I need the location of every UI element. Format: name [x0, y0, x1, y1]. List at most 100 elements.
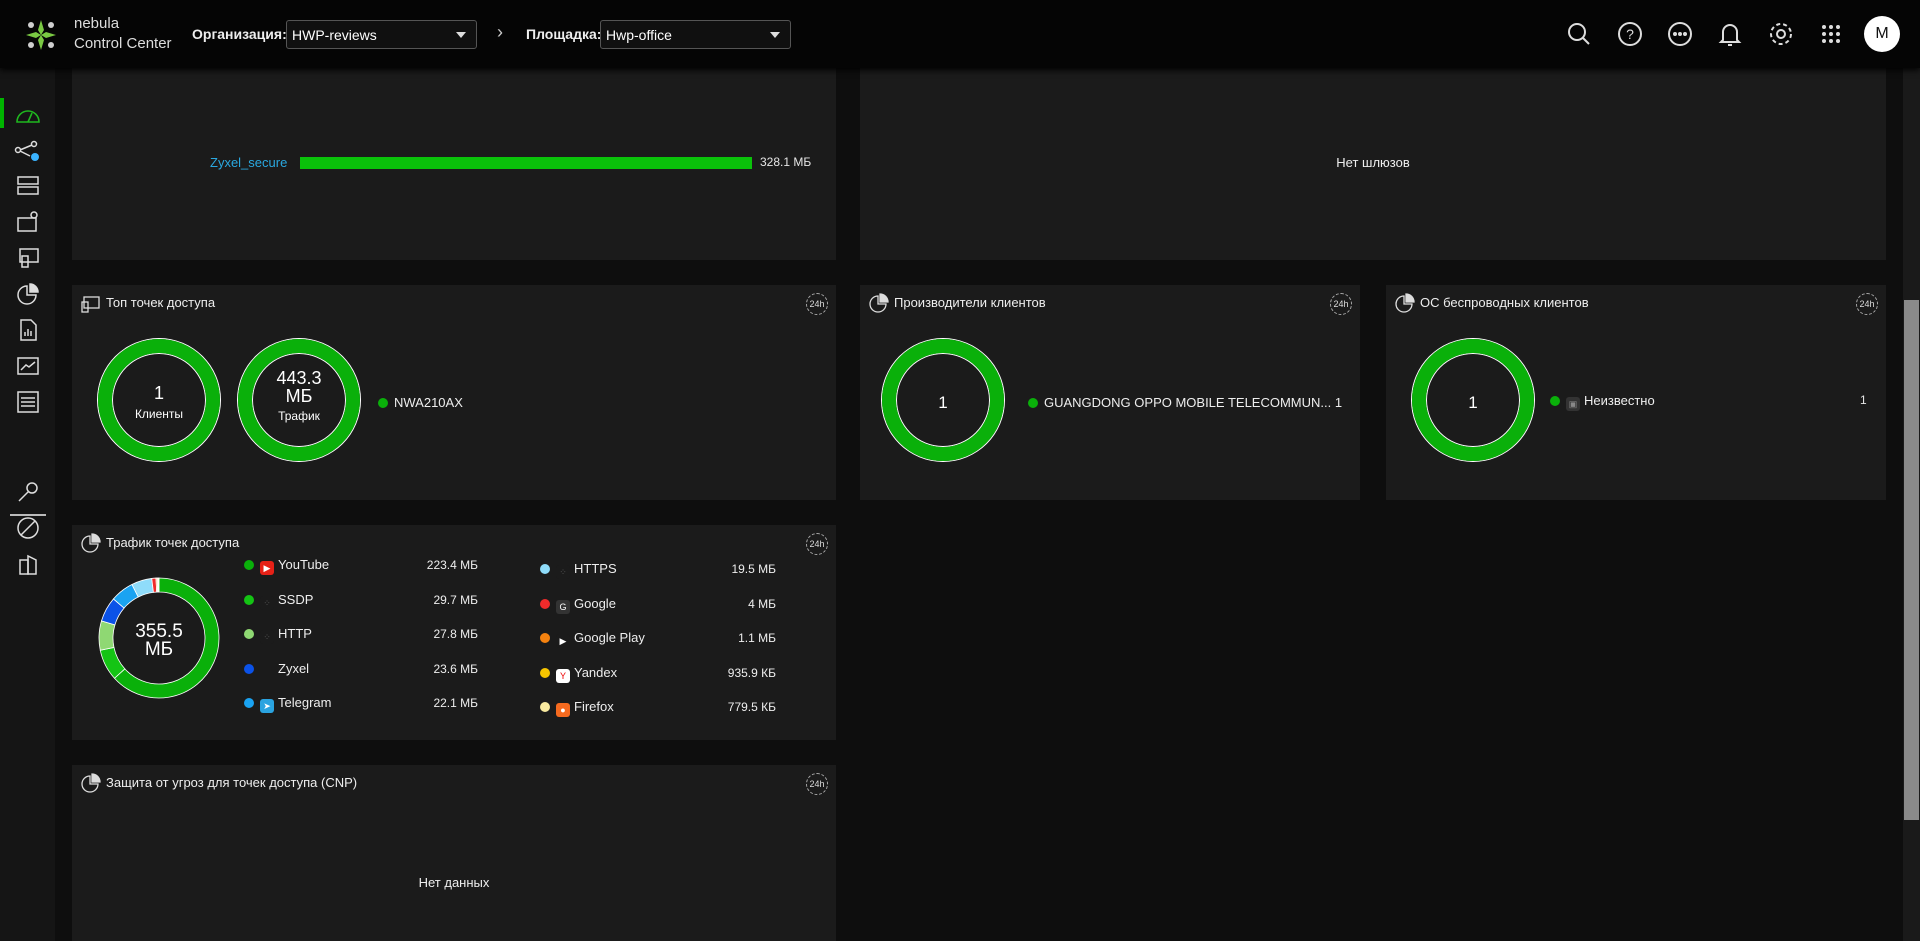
- legend-item[interactable]: Y Yandex: [540, 665, 617, 683]
- legend-dot: [1028, 398, 1038, 408]
- legend-dot: [378, 398, 388, 408]
- top-bar: nebula Control Center Организация: HWP-re…: [0, 0, 1920, 68]
- legend-item[interactable]: ⁘ SSDP: [244, 592, 313, 610]
- app-name: Zyxel: [278, 660, 310, 676]
- app-traffic-value: 27.8 МБ: [433, 627, 478, 641]
- scrollbar-thumb[interactable]: [1904, 300, 1919, 820]
- total-count: 1: [1468, 393, 1478, 412]
- legend-item[interactable]: G Google: [540, 596, 616, 614]
- os-name: Неизвестно: [1584, 393, 1655, 408]
- generic-app-icon: ⁘: [260, 595, 274, 610]
- clients-icon[interactable]: [14, 246, 42, 270]
- app-traffic-value: 29.7 МБ: [433, 592, 478, 607]
- app-traffic-value: 23.6 МБ: [433, 661, 478, 676]
- google-play-icon: ▶: [556, 634, 570, 648]
- legend-item[interactable]: ▣ Неизвестно: [1550, 393, 1655, 411]
- period-24h-button[interactable]: 24h: [1330, 293, 1352, 315]
- ap-icon: [81, 296, 100, 313]
- period-24h-button[interactable]: 24h: [806, 773, 828, 795]
- ap-traffic-card: Трафик точек доступа 24h 355.5 МБ ▶ YouTub…: [72, 525, 836, 740]
- traffic-ring: 443.3 МБ Трафик: [238, 339, 360, 461]
- os-ring: 1: [1412, 339, 1534, 461]
- legend-item[interactable]: GUANGDONG OPPO MOBILE TELECOMMUN... 1: [1028, 395, 1342, 410]
- site-map-icon[interactable]: [14, 210, 42, 234]
- card-title: ОС беспроводных клиентов: [1420, 295, 1589, 310]
- legend-item[interactable]: ▶ YouTube: [244, 557, 329, 575]
- period-24h-button[interactable]: 24h: [806, 293, 828, 315]
- generic-app-icon: ⁘: [260, 630, 274, 644]
- youtube-icon: ▶: [260, 561, 274, 575]
- clients-count: 1: [153, 383, 164, 403]
- license-icon[interactable]: [14, 480, 42, 504]
- legend-dot: [244, 560, 254, 570]
- site-value: Hwp-office: [606, 27, 672, 43]
- monitor-icon[interactable]: [14, 354, 42, 378]
- legend-dot: [244, 663, 254, 674]
- avatar[interactable]: M: [1864, 16, 1900, 52]
- ssid-name[interactable]: Zyxel_secure: [210, 155, 287, 170]
- client-manufacturers-card: Производители клиентов 24h 1 GUANGDONG O…: [860, 285, 1360, 500]
- org-label: Организация:: [192, 26, 287, 42]
- support-icon[interactable]: [14, 516, 42, 540]
- app-name: Google Play: [574, 630, 645, 645]
- telegram-icon: ➤: [260, 699, 274, 713]
- topology-icon[interactable]: [14, 140, 42, 164]
- bell-icon[interactable]: [1714, 18, 1746, 50]
- help-icon[interactable]: ?: [1614, 18, 1646, 50]
- period-24h-button[interactable]: 24h: [806, 533, 828, 555]
- dashboard-icon[interactable]: [14, 102, 42, 126]
- legend-item[interactable]: ➤ Telegram: [244, 695, 331, 713]
- pie-chart-icon: [1395, 293, 1415, 313]
- card-title: Трафик точек доступа: [106, 535, 240, 550]
- sidebar: [0, 68, 55, 941]
- app-name: Google: [574, 595, 616, 611]
- reports-icon[interactable]: [14, 318, 42, 342]
- pie-chart-icon: [81, 773, 101, 793]
- site-select[interactable]: Hwp-office: [600, 20, 791, 49]
- configure-icon[interactable]: [14, 390, 42, 414]
- analytics-icon[interactable]: [14, 282, 42, 306]
- total-unit: МБ: [144, 639, 174, 660]
- legend-item[interactable]: NWA210AX: [378, 395, 463, 410]
- unknown-os-icon: ▣: [1566, 397, 1580, 411]
- ap-name: NWA210AX: [394, 395, 463, 410]
- app-traffic-value: 779.5 КБ: [727, 700, 776, 714]
- legend-item[interactable]: Zyxel: [244, 661, 309, 676]
- cnp-card: Защита от угроз для точек доступа (CNP) …: [72, 765, 836, 941]
- pie-chart-icon: [869, 293, 889, 313]
- devices-icon[interactable]: [14, 174, 42, 198]
- traffic-value: 443.3 МБ: [276, 368, 322, 406]
- gateway-card: Нет шлюзов: [860, 55, 1886, 260]
- card-title: Производители клиентов: [894, 295, 1046, 310]
- wireless-os-card: ОС беспроводных клиентов 24h 1 ▣ Неизвест…: [1386, 285, 1886, 500]
- app-name: YouTube: [278, 557, 330, 572]
- legend-item[interactable]: ⁘ HTTP: [244, 626, 312, 644]
- app-traffic-value: 223.4 МБ: [426, 558, 478, 572]
- app-name: HTTPS: [574, 561, 617, 576]
- legend-item[interactable]: ▶ Google Play: [540, 630, 645, 648]
- apps-grid-icon[interactable]: [1815, 18, 1847, 50]
- scrollbar[interactable]: [1903, 68, 1920, 941]
- organization-icon[interactable]: [14, 552, 42, 576]
- legend-item[interactable]: ⁘ HTTPS: [540, 561, 617, 579]
- gear-icon[interactable]: [1765, 18, 1797, 50]
- legend-dot: [1550, 396, 1560, 406]
- generic-app-icon: ⁘: [556, 565, 570, 579]
- donut-total: 355.5 МБ: [96, 622, 222, 660]
- period-24h-button[interactable]: 24h: [1856, 293, 1878, 315]
- donut-segment-firefox[interactable]: [157, 577, 160, 593]
- app-name: Firefox: [574, 699, 614, 714]
- legend-dot: [540, 667, 550, 678]
- app-traffic-value: 4 МБ: [748, 596, 776, 611]
- pie-chart-icon: [81, 533, 101, 553]
- total-count: 1: [938, 393, 948, 412]
- legend-item[interactable]: ● Firefox: [540, 699, 614, 717]
- more-icon[interactable]: [1664, 18, 1696, 50]
- empty-message: Нет шлюзов: [1336, 155, 1410, 170]
- caret-down-icon: [770, 32, 780, 38]
- os-count: 1: [1860, 393, 1867, 407]
- caret-down-icon: [456, 32, 466, 38]
- search-icon[interactable]: [1563, 18, 1595, 50]
- org-select[interactable]: HWP-reviews: [286, 20, 477, 49]
- manufacturer-name: GUANGDONG OPPO MOBILE TELECOMMUN...: [1044, 395, 1332, 410]
